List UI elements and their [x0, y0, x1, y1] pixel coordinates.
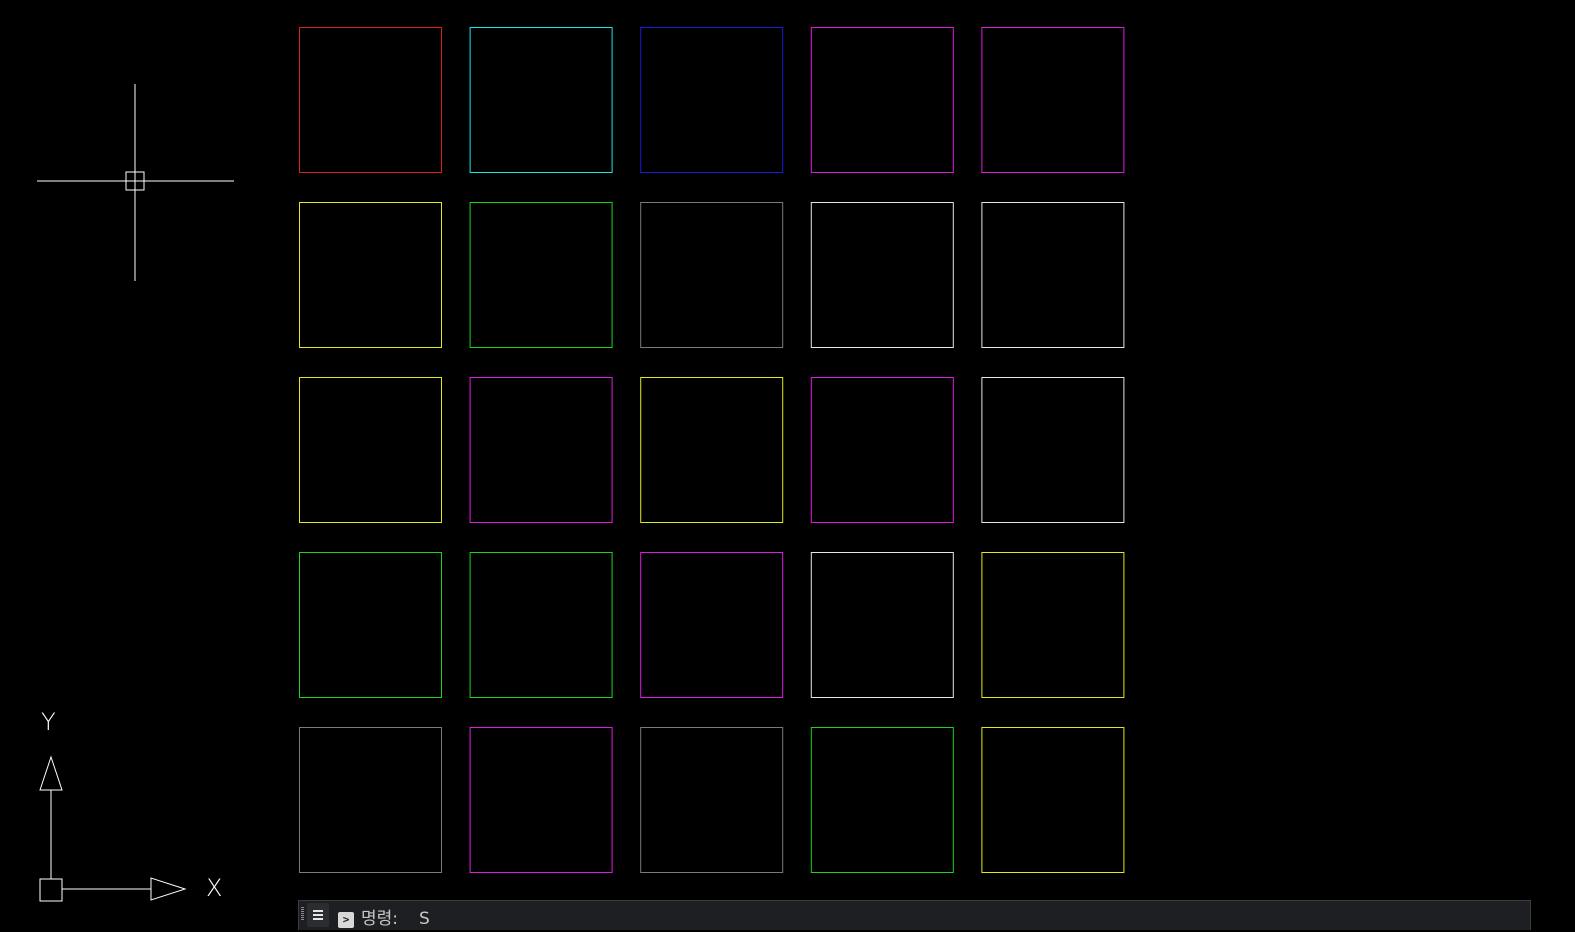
rectangle-r5-c5[interactable] [981, 727, 1125, 873]
rectangle-r1-c1[interactable] [299, 27, 442, 173]
rectangle-r3-c1[interactable] [299, 377, 442, 523]
rectangle-r3-c4[interactable] [810, 377, 954, 523]
rectangle-r3-c2[interactable] [469, 377, 613, 523]
command-input[interactable]: S [419, 908, 430, 930]
rectangle-r1-c4[interactable] [810, 27, 954, 173]
rectangle-r2-c1[interactable] [299, 202, 442, 348]
hamburger-menu-icon[interactable] [307, 903, 329, 927]
rectangle-r5-c1[interactable] [299, 727, 442, 873]
rectangle-grid [299, 27, 1125, 873]
command-line[interactable]: > 명령: S [298, 900, 1531, 930]
rectangle-r1-c2[interactable] [469, 27, 613, 173]
rectangle-r2-c4[interactable] [810, 202, 954, 348]
ucs-y-label: Y [41, 708, 56, 736]
rectangle-r5-c3[interactable] [640, 727, 784, 873]
rectangle-r3-c3[interactable] [640, 377, 784, 523]
rectangle-r4-c5[interactable] [981, 552, 1125, 698]
ucs-x-label: X [206, 874, 223, 902]
drag-grip-icon[interactable] [301, 907, 304, 921]
rectangle-r1-c3[interactable] [640, 27, 784, 173]
rectangle-r3-c5[interactable] [981, 377, 1125, 523]
drawing-area[interactable]: Y X > 명령: S [0, 0, 1575, 932]
rectangle-r1-c5[interactable] [981, 27, 1125, 173]
rectangle-r4-c4[interactable] [810, 552, 954, 698]
rectangle-r4-c3[interactable] [640, 552, 784, 698]
command-prompt-label: 명령: [361, 909, 399, 929]
command-prompt-icon: > [338, 912, 354, 928]
rectangle-r4-c2[interactable] [469, 552, 613, 698]
rectangle-r5-c2[interactable] [469, 727, 613, 873]
rectangle-r5-c4[interactable] [810, 727, 954, 873]
model-space-canvas[interactable] [0, 0, 1575, 932]
rectangle-r2-c5[interactable] [981, 202, 1125, 348]
crosshair-pickbox-icon [37, 84, 234, 281]
rectangle-r2-c3[interactable] [640, 202, 784, 348]
rectangle-r2-c2[interactable] [469, 202, 613, 348]
ucs-icon [39, 755, 187, 902]
rectangle-r4-c1[interactable] [299, 552, 442, 698]
